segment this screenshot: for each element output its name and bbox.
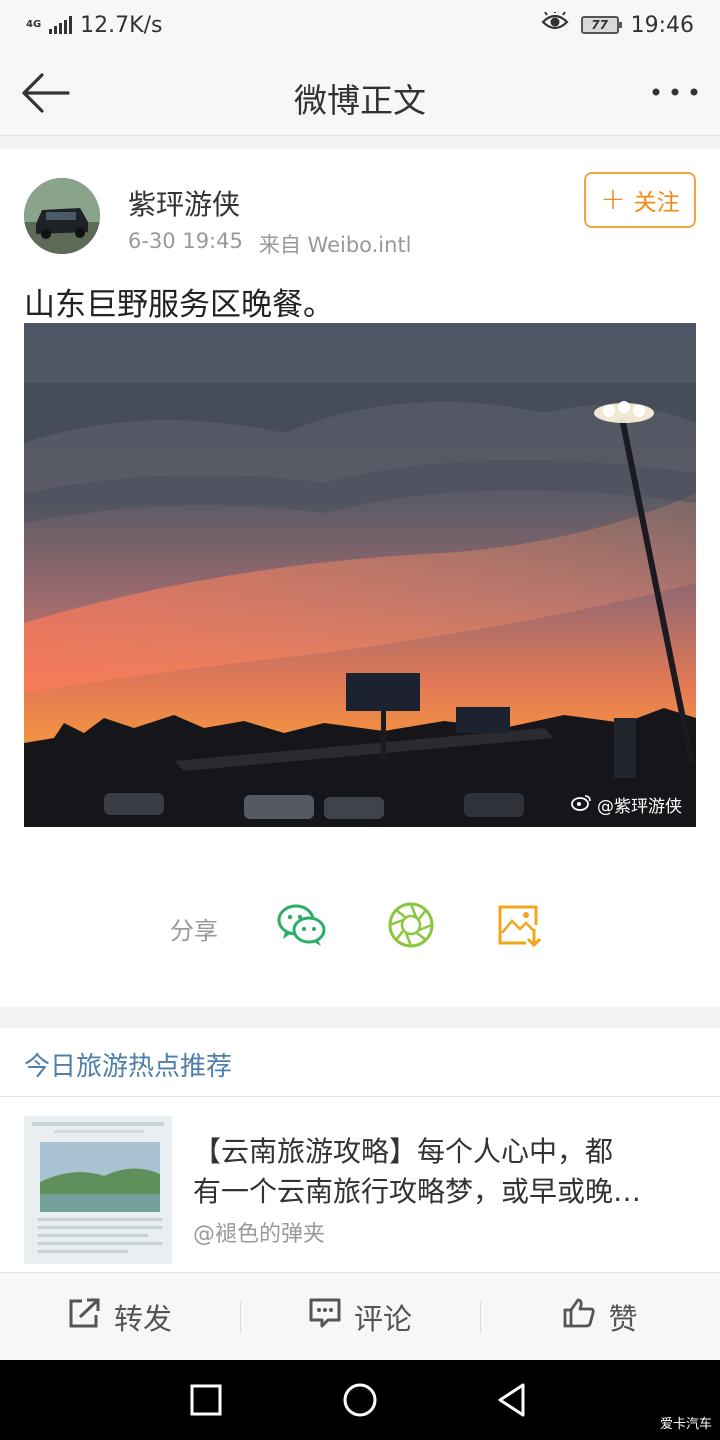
plus-icon: + (600, 182, 626, 217)
nav-bar: 微博正文 (0, 50, 720, 136)
recommend-headline[interactable]: 【云南旅游攻略】每个人心中，都 有一个云南旅行攻略梦，或早或晚… (193, 1132, 698, 1212)
share-label: 分享 (170, 917, 218, 945)
home-icon[interactable] (340, 1380, 380, 1420)
status-right: 77 19:46 (541, 10, 694, 38)
status-left: 4G 12.7K/s (26, 13, 162, 38)
comment-label: 评论 (353, 1301, 412, 1336)
avatar[interactable] (24, 178, 100, 254)
share-row: 分享 (0, 899, 720, 955)
post-time: 6-30 19:45 (128, 229, 243, 253)
recommend-title[interactable]: 今日旅游热点推荐 (24, 1046, 232, 1083)
recommend-line-1: 【云南旅游攻略】每个人心中，都 (193, 1135, 614, 1168)
save-image-icon[interactable] (494, 899, 546, 951)
corner-watermark: 爱卡汽车 (659, 1417, 712, 1432)
moments-icon[interactable] (385, 899, 437, 951)
like-label: 赞 (608, 1301, 638, 1336)
page-title: 微博正文 (294, 81, 426, 120)
watermark-text: @紫玶游侠 (597, 797, 682, 817)
thumbs-up-icon (562, 1297, 596, 1336)
repost-label: 转发 (113, 1301, 172, 1336)
photo-watermark: @紫玶游侠 (571, 792, 682, 817)
eye-icon (541, 10, 569, 38)
repost-icon (68, 1297, 102, 1336)
post-source: 来自 Weibo.intl (258, 233, 412, 257)
weibo-logo-icon (571, 793, 593, 816)
comment-button[interactable]: 评论 (240, 1273, 480, 1360)
status-time: 19:46 (630, 12, 694, 38)
back-triangle-icon[interactable] (492, 1380, 532, 1420)
post-meta: 6-30 19:45 来自 Weibo.intl (128, 229, 412, 259)
post-card: 紫玶游侠 6-30 19:45 来自 Weibo.intl + 关注 山东巨野服… (0, 149, 720, 1007)
signal-icon (49, 16, 73, 34)
comment-icon (308, 1297, 342, 1336)
wechat-icon[interactable] (276, 899, 328, 951)
recommend-thumbnail[interactable] (24, 1116, 172, 1264)
recommend-author[interactable]: @褪色的弹夹 (193, 1216, 325, 1248)
recommend-line-2: 有一个云南旅行攻略梦，或早或晚… (193, 1175, 642, 1208)
divider (0, 1096, 720, 1097)
follow-button[interactable]: + 关注 (584, 172, 696, 228)
status-bar: 4G 12.7K/s 77 19:46 (0, 0, 720, 50)
post-photo[interactable]: @紫玶游侠 (24, 323, 696, 827)
recommend-section: 今日旅游热点推荐 【云南旅游攻略】每个人心中，都 有一个云南旅行攻略梦，或早或晚… (0, 1028, 720, 1272)
battery-icon: 77 (580, 16, 622, 34)
repost-button[interactable]: 转发 (0, 1273, 240, 1360)
network-speed: 12.7K/s (80, 12, 163, 38)
like-button[interactable]: 赞 (480, 1273, 720, 1360)
recent-apps-icon[interactable] (186, 1380, 226, 1420)
network-type: 4G (26, 19, 42, 30)
system-nav-bar: 爱卡汽车 (0, 1360, 720, 1440)
post-text: 山东巨野服务区晚餐。 (24, 287, 334, 323)
more-options-icon[interactable] (650, 80, 700, 104)
action-bar: 转发 评论 赞 (0, 1272, 720, 1360)
follow-label: 关注 (633, 190, 680, 216)
author-name[interactable]: 紫玶游侠 (128, 183, 240, 223)
